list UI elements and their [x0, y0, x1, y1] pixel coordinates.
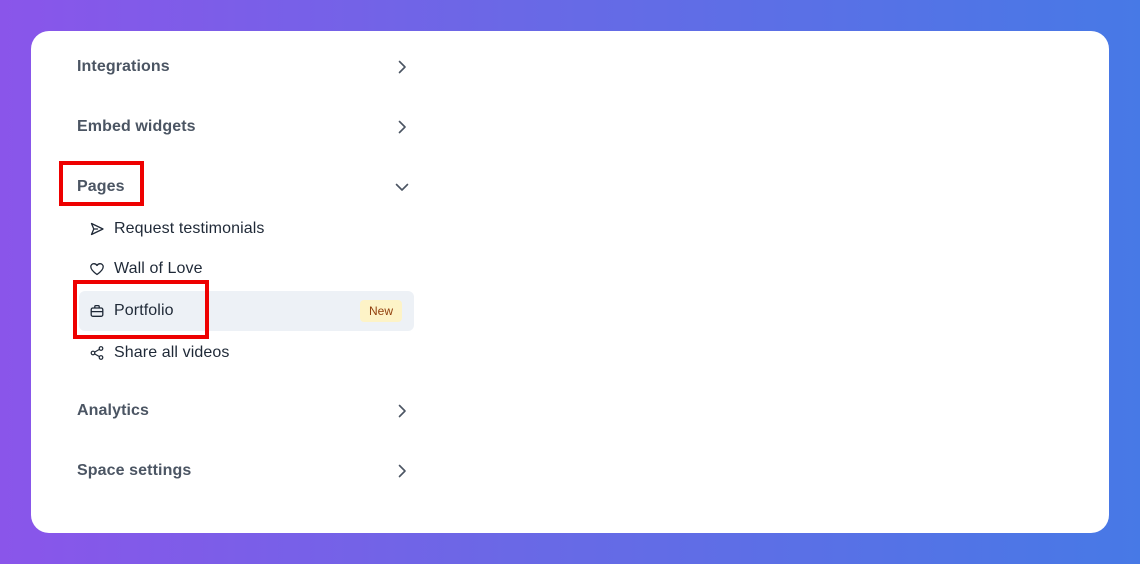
share-icon: [89, 345, 105, 361]
sidebar-item-label: Share all videos: [114, 344, 230, 361]
sidebar-item-label: Portfolio: [114, 302, 174, 319]
settings-card: Integrations Embed widgets Pages Request…: [31, 31, 1109, 533]
sidebar-item-label: Request testimonials: [114, 220, 265, 237]
chevron-right-icon: [393, 118, 411, 136]
sidebar-item-request-testimonials[interactable]: Request testimonials: [79, 209, 414, 249]
menu-section-label: Integrations: [77, 58, 170, 75]
sidebar-item-wall-of-love[interactable]: Wall of Love: [79, 249, 414, 289]
space-menu: Integrations Embed widgets Pages Request…: [31, 31, 431, 533]
menu-section-label: Analytics: [77, 402, 150, 419]
new-badge: New: [359, 300, 402, 322]
menu-section-integrations[interactable]: Integrations: [77, 47, 411, 87]
chevron-right-icon: [393, 462, 411, 480]
sidebar-item-label: Wall of Love: [114, 260, 203, 277]
menu-section-pages[interactable]: Pages: [77, 167, 411, 207]
menu-section-label: Embed widgets: [77, 118, 196, 135]
menu-section-label: Space settings: [77, 462, 192, 479]
chevron-right-icon: [393, 402, 411, 420]
menu-section-space-settings[interactable]: Space settings: [77, 451, 411, 491]
menu-section-embed-widgets[interactable]: Embed widgets: [77, 107, 411, 147]
heart-icon: [89, 261, 105, 277]
chevron-right-icon: [393, 58, 411, 76]
menu-section-analytics[interactable]: Analytics: [77, 391, 411, 431]
chevron-down-icon: [393, 178, 411, 196]
briefcase-icon: [89, 303, 105, 319]
sidebar-item-share-all-videos[interactable]: Share all videos: [79, 333, 414, 373]
menu-section-label: Pages: [77, 178, 125, 195]
send-icon: [89, 221, 105, 237]
sidebar-item-portfolio[interactable]: Portfolio New: [79, 291, 414, 331]
